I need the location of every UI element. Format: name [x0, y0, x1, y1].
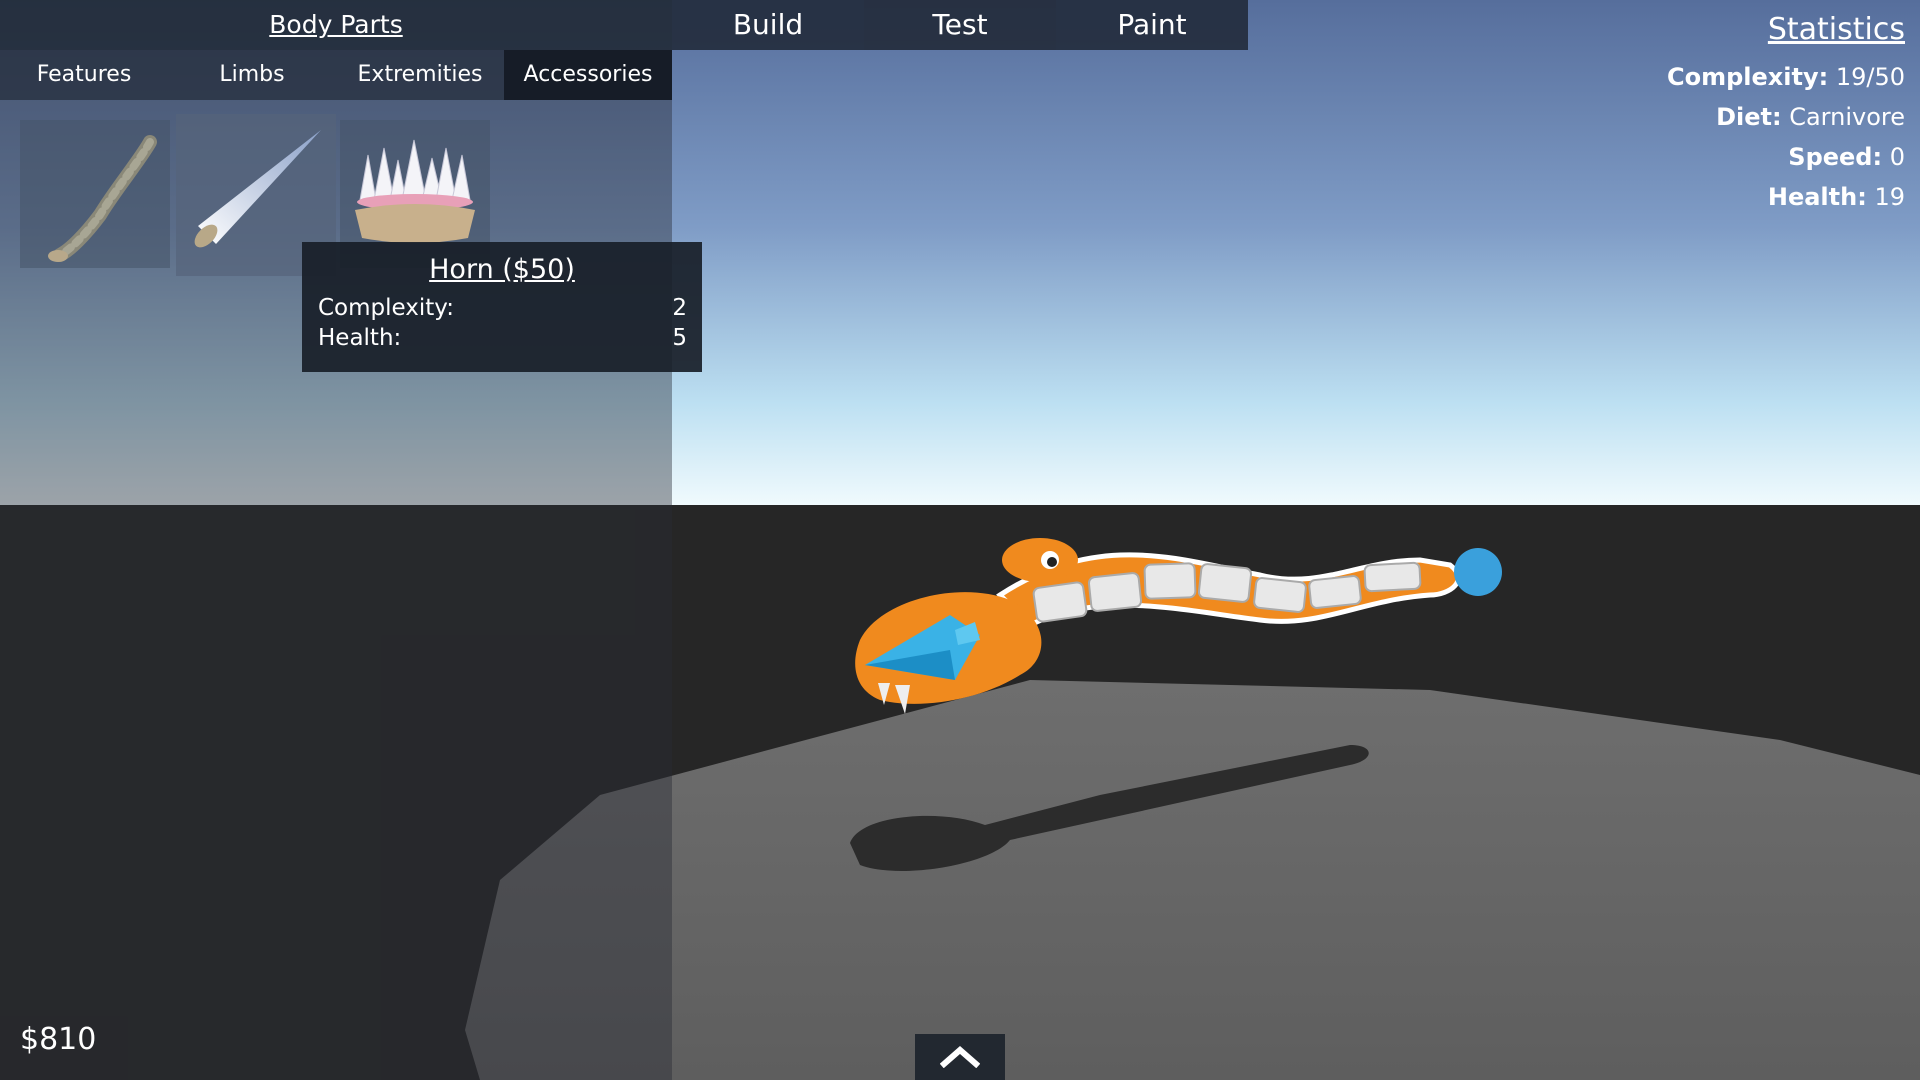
tab-accessories[interactable]: Accessories	[504, 50, 672, 100]
tooltip-value: 2	[672, 295, 687, 321]
tab-limbs[interactable]: Limbs	[168, 50, 336, 100]
stat-value: 19	[1874, 183, 1905, 211]
tab-features[interactable]: Features	[0, 50, 168, 100]
stat-complexity: Complexity: 19/50	[1505, 57, 1905, 97]
tooltip-title: Horn ($50)	[429, 254, 575, 285]
tab-paint[interactable]: Paint	[1056, 0, 1248, 50]
tooltip-row-health: Health: 5	[302, 323, 702, 353]
category-tabs: Features Limbs Extremities Accessories	[0, 50, 672, 100]
statistics-title[interactable]: Statistics	[1505, 12, 1905, 47]
stat-diet: Diet: Carnivore	[1505, 97, 1905, 137]
statistics-panel: Statistics Complexity: 19/50 Diet: Carni…	[1505, 12, 1905, 217]
tab-extremities[interactable]: Extremities	[336, 50, 504, 100]
tooltip-label: Health:	[318, 325, 402, 351]
tooltip-label: Complexity:	[318, 295, 454, 321]
stat-value: 0	[1889, 143, 1905, 171]
tail-icon	[48, 135, 157, 262]
part-slot-tail[interactable]	[20, 120, 170, 268]
tooltip-row-complexity: Complexity: 2	[302, 293, 702, 323]
chevron-up-icon	[940, 1046, 980, 1068]
tab-test[interactable]: Test	[864, 0, 1056, 50]
body-parts-title[interactable]: Body Parts	[0, 0, 672, 50]
stat-label: Health:	[1767, 183, 1867, 211]
expand-button[interactable]	[915, 1034, 1005, 1080]
body-parts-panel: Body Parts Features Limbs Extremities Ac…	[0, 0, 702, 1080]
stat-health: Health: 19	[1505, 177, 1905, 217]
stat-value: Carnivore	[1789, 103, 1905, 131]
tooltip-value: 5	[672, 325, 687, 351]
stat-label: Complexity:	[1666, 63, 1829, 91]
stat-label: Diet:	[1716, 103, 1782, 131]
tab-build[interactable]: Build	[672, 0, 864, 50]
stat-speed: Speed: 0	[1505, 137, 1905, 177]
mode-tabs: Build Test Paint	[672, 0, 1248, 50]
stat-value: 19/50	[1835, 63, 1905, 91]
money-display: $810	[20, 1022, 97, 1057]
stat-label: Speed:	[1788, 143, 1883, 171]
part-tooltip: Horn ($50) Complexity: 2 Health: 5	[302, 242, 702, 372]
